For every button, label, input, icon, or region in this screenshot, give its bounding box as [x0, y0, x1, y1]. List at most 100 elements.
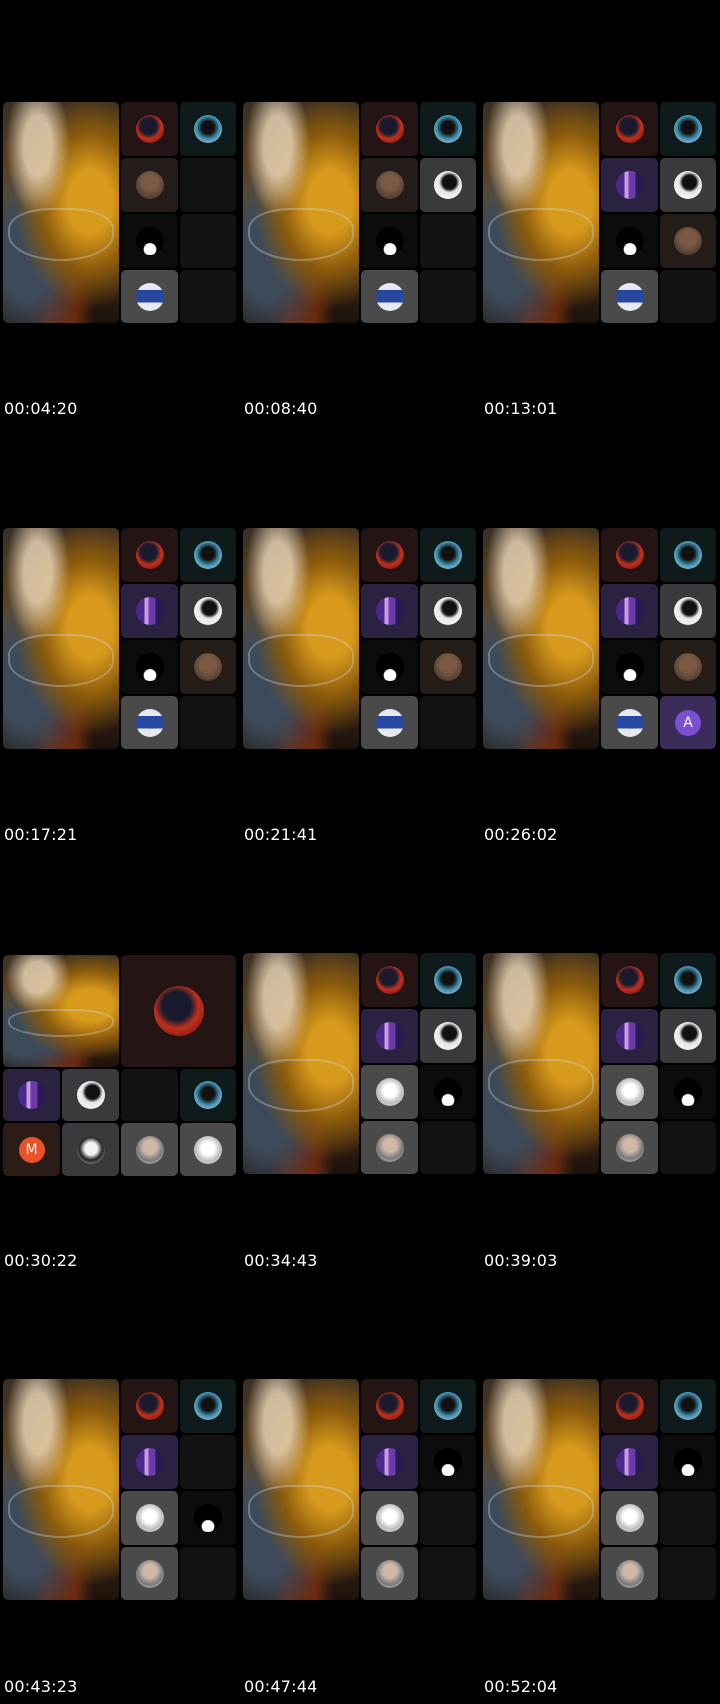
avatar: [615, 541, 644, 569]
avatar: [615, 171, 644, 199]
avatar: [375, 708, 404, 737]
participant-tile: [361, 1065, 418, 1119]
avatar: [17, 1081, 46, 1109]
participant-tile: [601, 1009, 658, 1063]
avatar: [135, 708, 164, 737]
participant-tile: [361, 640, 418, 694]
participant-tile: [420, 1009, 476, 1063]
avatar: [615, 1559, 644, 1588]
participant-tile: [121, 696, 178, 749]
avatar: [434, 597, 462, 625]
timestamp: 00:21:41: [244, 825, 318, 844]
participant-tile: [361, 1435, 418, 1489]
avatar: [434, 115, 462, 143]
timestamp: 00:47:44: [244, 1677, 318, 1696]
avatar: [375, 966, 404, 994]
avatar: [194, 1135, 222, 1164]
participant-tile: [420, 1379, 476, 1433]
participant-tile: [420, 158, 476, 212]
avatar: [615, 282, 644, 311]
thumbnail-frame-6[interactable]: A: [483, 528, 716, 750]
participant-tile: [62, 1069, 119, 1121]
participant-tile: [660, 1009, 716, 1063]
avatar: [674, 541, 702, 569]
participant-tile: [601, 953, 658, 1007]
participant-tile: A: [660, 696, 716, 749]
participant-tile: [420, 1435, 476, 1489]
avatar: [434, 171, 462, 199]
participant-tile: [180, 1123, 236, 1176]
avatar: [674, 1392, 702, 1420]
participant-tile: [420, 528, 476, 582]
avatar: [375, 1559, 404, 1588]
avatar: [615, 597, 644, 625]
avatar: [135, 597, 164, 625]
avatar: [615, 1078, 644, 1106]
avatar: [434, 1448, 462, 1476]
empty-tile: [420, 1121, 476, 1174]
participant-tile: [420, 1065, 476, 1119]
avatar: [375, 653, 404, 681]
participant-tile: [361, 696, 418, 749]
main-video-scene: [483, 1379, 599, 1600]
avatar: [434, 541, 462, 569]
avatar: [674, 966, 702, 994]
thumbnail-frame-8[interactable]: [243, 953, 476, 1175]
avatar: [76, 1081, 105, 1109]
avatar: [194, 597, 222, 625]
participant-tile: [180, 1491, 236, 1545]
main-video-scene: [243, 953, 359, 1174]
thumbnail-frame-5[interactable]: [243, 528, 476, 750]
empty-tile: [180, 1547, 236, 1600]
participant-tile: [121, 270, 178, 323]
empty-tile: [180, 270, 236, 323]
participant-tile: [660, 1435, 716, 1489]
thumbnail-frame-12[interactable]: [483, 1379, 716, 1601]
participant-tile: [121, 640, 178, 694]
participant-tile: [121, 214, 178, 268]
empty-tile: [660, 1547, 716, 1600]
avatar: [375, 1448, 404, 1476]
thumbnail-frame-3[interactable]: [483, 102, 716, 324]
participant-tile: [180, 102, 236, 156]
participant-tile: [601, 584, 658, 638]
avatar-initial: A: [675, 709, 701, 736]
thumbnail-frame-7[interactable]: M: [3, 955, 236, 1177]
participant-tile: [361, 1121, 418, 1174]
avatar: [615, 115, 644, 143]
avatar: [434, 966, 462, 994]
thumbnail-frame-4[interactable]: [3, 528, 236, 750]
participant-tile: [180, 1069, 236, 1121]
timestamp: 00:17:21: [4, 825, 78, 844]
empty-tile: [180, 158, 236, 212]
participant-tile: [361, 1547, 418, 1600]
participant-tile: [420, 584, 476, 638]
participant-tile: [361, 1491, 418, 1545]
avatar: [615, 1022, 644, 1050]
participant-tile: [3, 1069, 60, 1121]
avatar: [375, 115, 404, 143]
avatar: [375, 1133, 404, 1162]
avatar: [135, 1559, 164, 1588]
thumbnail-frame-2[interactable]: [243, 102, 476, 324]
participant-tile: [601, 1547, 658, 1600]
thumbnail-frame-1[interactable]: [3, 102, 236, 324]
timestamp: 00:30:22: [4, 1251, 78, 1270]
thumbnail-frame-9[interactable]: [483, 953, 716, 1175]
avatar: [615, 1504, 644, 1532]
avatar: [375, 597, 404, 625]
avatar: [135, 541, 164, 569]
avatar: [674, 171, 702, 199]
participant-tile: [601, 696, 658, 749]
timestamp: 00:34:43: [244, 1251, 318, 1270]
participant-tile: [62, 1123, 119, 1176]
avatar: [375, 227, 404, 255]
main-video-scene: [3, 102, 119, 323]
empty-tile: [180, 1435, 236, 1489]
avatar: [615, 708, 644, 737]
participant-tile: [660, 102, 716, 156]
thumbnail-frame-10[interactable]: [3, 1379, 236, 1601]
empty-tile: [660, 1491, 716, 1545]
thumbnail-frame-11[interactable]: [243, 1379, 476, 1601]
empty-tile: [420, 1547, 476, 1600]
